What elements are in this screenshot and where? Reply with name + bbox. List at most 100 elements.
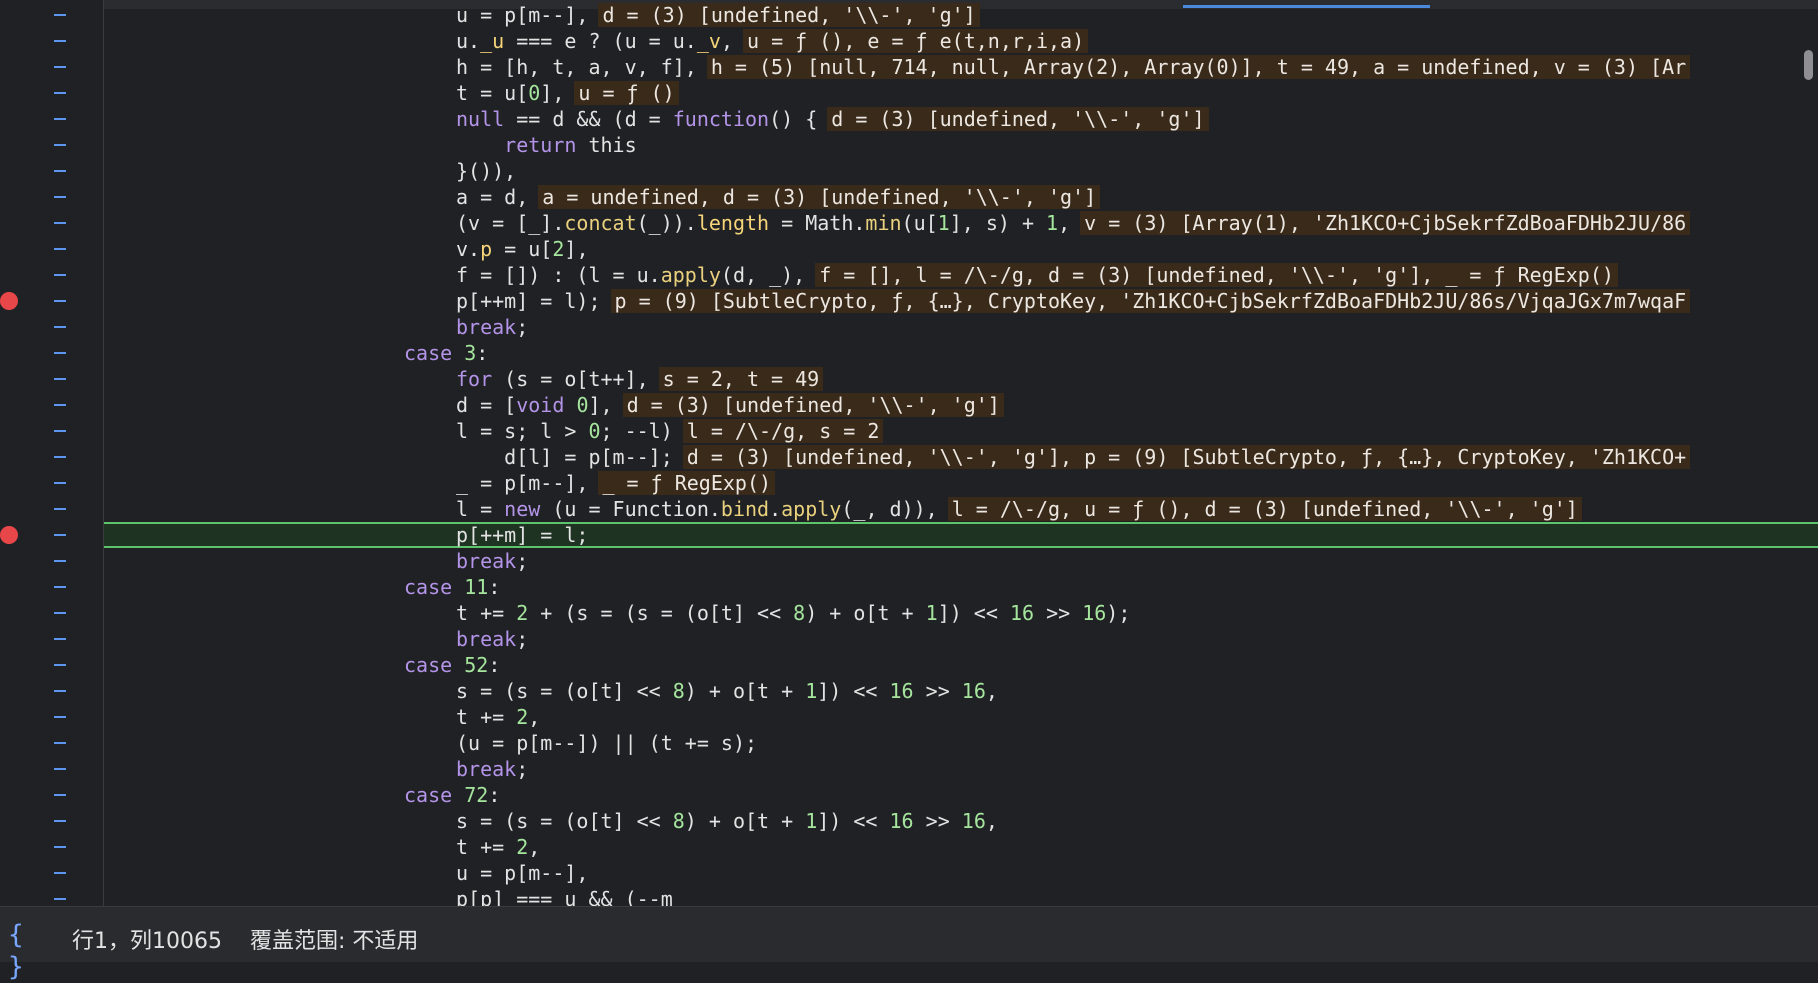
gutter-line-marker[interactable] — [0, 704, 103, 730]
code-text: (v = [_].concat(_)).length = Math.min(u[… — [456, 211, 1071, 235]
code-text: t += 2, — [456, 835, 541, 859]
line-marker-dash — [54, 118, 66, 120]
code-line[interactable]: d[l] = p[m--]; d = (3) [undefined, '\\-',… — [104, 444, 1818, 470]
code-area[interactable]: u = p[m--], d = (3) [undefined, '\\-', 'g… — [104, 0, 1818, 906]
gutter-line-marker[interactable] — [0, 574, 103, 600]
gutter-line-marker[interactable] — [0, 54, 103, 80]
line-marker-dash — [54, 742, 66, 744]
code-line[interactable]: d = [void 0], d = (3) [undefined, '\\-', … — [104, 392, 1818, 418]
code-line[interactable]: v.p = u[2], — [104, 236, 1818, 262]
code-line[interactable]: case 52: — [104, 652, 1818, 678]
line-marker-dash — [54, 690, 66, 692]
gutter-line-marker[interactable] — [0, 522, 103, 548]
code-line[interactable]: break; — [104, 626, 1818, 652]
pretty-print-icon[interactable]: { } — [8, 919, 50, 982]
gutter-line-marker[interactable] — [0, 340, 103, 366]
line-gutter[interactable] — [0, 0, 104, 906]
code-text: case 72: — [404, 783, 501, 807]
code-text: break; — [456, 627, 529, 651]
code-line[interactable]: p[p] === u && (--m — [104, 886, 1818, 906]
gutter-line-marker[interactable] — [0, 236, 103, 262]
code-line[interactable]: l = new (u = Function.bind.apply(_, d)),… — [104, 496, 1818, 522]
gutter-line-marker[interactable] — [0, 886, 103, 906]
gutter-line-marker[interactable] — [0, 106, 103, 132]
gutter-line-marker[interactable] — [0, 652, 103, 678]
gutter-line-marker[interactable] — [0, 288, 103, 314]
code-text: break; — [456, 315, 529, 339]
inline-debug-value: l = /\-/g, s = 2 — [682, 419, 884, 443]
code-line[interactable]: for (s = o[t++], s = 2, t = 49 — [104, 366, 1818, 392]
code-text: l = new (u = Function.bind.apply(_, d)), — [456, 497, 938, 521]
code-line[interactable]: u = p[m--], — [104, 860, 1818, 886]
code-line[interactable]: p[++m] = l); p = (9) [SubtleCrypto, ƒ, {…… — [104, 288, 1818, 314]
gutter-line-marker[interactable] — [0, 418, 103, 444]
code-text: t = u[0], — [456, 81, 565, 105]
line-marker-dash — [54, 430, 66, 432]
code-line[interactable]: t += 2, — [104, 834, 1818, 860]
gutter-line-marker[interactable] — [0, 80, 103, 106]
code-text: a = d, — [456, 185, 529, 209]
code-line[interactable]: s = (s = (o[t] << 8) + o[t + 1]) << 16 >… — [104, 678, 1818, 704]
code-line[interactable]: l = s; l > 0; --l) l = /\-/g, s = 2 — [104, 418, 1818, 444]
code-line[interactable]: s = (s = (o[t] << 8) + o[t + 1]) << 16 >… — [104, 808, 1818, 834]
line-marker-dash — [54, 352, 66, 354]
gutter-line-marker[interactable] — [0, 262, 103, 288]
gutter-line-marker[interactable] — [0, 834, 103, 860]
code-line[interactable]: return this — [104, 132, 1818, 158]
gutter-line-marker[interactable] — [0, 756, 103, 782]
code-text: s = (s = (o[t] << 8) + o[t + 1]) << 16 >… — [456, 679, 998, 703]
code-line[interactable]: case 72: — [104, 782, 1818, 808]
gutter-line-marker[interactable] — [0, 366, 103, 392]
gutter-line-marker[interactable] — [0, 782, 103, 808]
code-line[interactable]: null == d && (d = function() {d = (3) [u… — [104, 106, 1818, 132]
code-line[interactable]: t += 2, — [104, 704, 1818, 730]
gutter-line-marker[interactable] — [0, 158, 103, 184]
code-line[interactable]: (u = p[m--]) || (t += s); — [104, 730, 1818, 756]
code-line[interactable]: p[++m] = l; — [104, 522, 1818, 548]
gutter-line-marker[interactable] — [0, 600, 103, 626]
breakpoint-icon[interactable] — [0, 292, 18, 310]
gutter-line-marker[interactable] — [0, 444, 103, 470]
code-line[interactable]: (v = [_].concat(_)).length = Math.min(u[… — [104, 210, 1818, 236]
inline-debug-value: d = (3) [undefined, '\\-', 'g'] — [622, 393, 1004, 417]
gutter-line-marker[interactable] — [0, 314, 103, 340]
code-line[interactable]: a = d, a = undefined, d = (3) [undefined,… — [104, 184, 1818, 210]
vertical-scrollbar-thumb[interactable] — [1804, 50, 1813, 80]
inline-debug-value: f = [], l = /\-/g, d = (3) [undefined, '… — [815, 263, 1618, 287]
gutter-line-marker[interactable] — [0, 678, 103, 704]
gutter-line-marker[interactable] — [0, 730, 103, 756]
code-line[interactable]: u._u === e ? (u = u._v, u = ƒ (), e = ƒ e… — [104, 28, 1818, 54]
gutter-line-marker[interactable] — [0, 626, 103, 652]
gutter-line-marker[interactable] — [0, 808, 103, 834]
gutter-line-marker[interactable] — [0, 470, 103, 496]
gutter-line-marker[interactable] — [0, 28, 103, 54]
code-line[interactable]: h = [h, t, a, v, f], h = (5) [null, 714, … — [104, 54, 1818, 80]
code-line[interactable]: case 3: — [104, 340, 1818, 366]
code-line[interactable]: t = u[0], u = ƒ () — [104, 80, 1818, 106]
code-line[interactable]: }()), — [104, 158, 1818, 184]
code-line[interactable]: _ = p[m--], _ = ƒ RegExp() — [104, 470, 1818, 496]
gutter-line-marker[interactable] — [0, 548, 103, 574]
code-text: return this — [504, 133, 637, 157]
gutter-line-marker[interactable] — [0, 184, 103, 210]
gutter-line-marker[interactable] — [0, 132, 103, 158]
code-line[interactable]: f = []) : (l = u.apply(d, _), f = [], l =… — [104, 262, 1818, 288]
code-line[interactable]: u = p[m--], d = (3) [undefined, '\\-', 'g… — [104, 2, 1818, 28]
code-text: t += 2 + (s = (s = (o[t] << 8) + o[t + 1… — [456, 601, 1131, 625]
code-line[interactable]: t += 2 + (s = (s = (o[t] << 8) + o[t + 1… — [104, 600, 1818, 626]
line-marker-dash — [54, 300, 66, 302]
code-line[interactable]: break; — [104, 756, 1818, 782]
gutter-line-marker[interactable] — [0, 392, 103, 418]
line-marker-dash — [54, 612, 66, 614]
gutter-line-marker[interactable] — [0, 2, 103, 28]
code-editor[interactable]: u = p[m--], d = (3) [undefined, '\\-', 'g… — [0, 0, 1818, 906]
code-text: for (s = o[t++], — [456, 367, 649, 391]
breakpoint-icon[interactable] — [0, 526, 18, 544]
line-marker-dash — [54, 66, 66, 68]
gutter-line-marker[interactable] — [0, 860, 103, 886]
code-line[interactable]: case 11: — [104, 574, 1818, 600]
gutter-line-marker[interactable] — [0, 496, 103, 522]
code-line[interactable]: break; — [104, 314, 1818, 340]
code-line[interactable]: break; — [104, 548, 1818, 574]
gutter-line-marker[interactable] — [0, 210, 103, 236]
